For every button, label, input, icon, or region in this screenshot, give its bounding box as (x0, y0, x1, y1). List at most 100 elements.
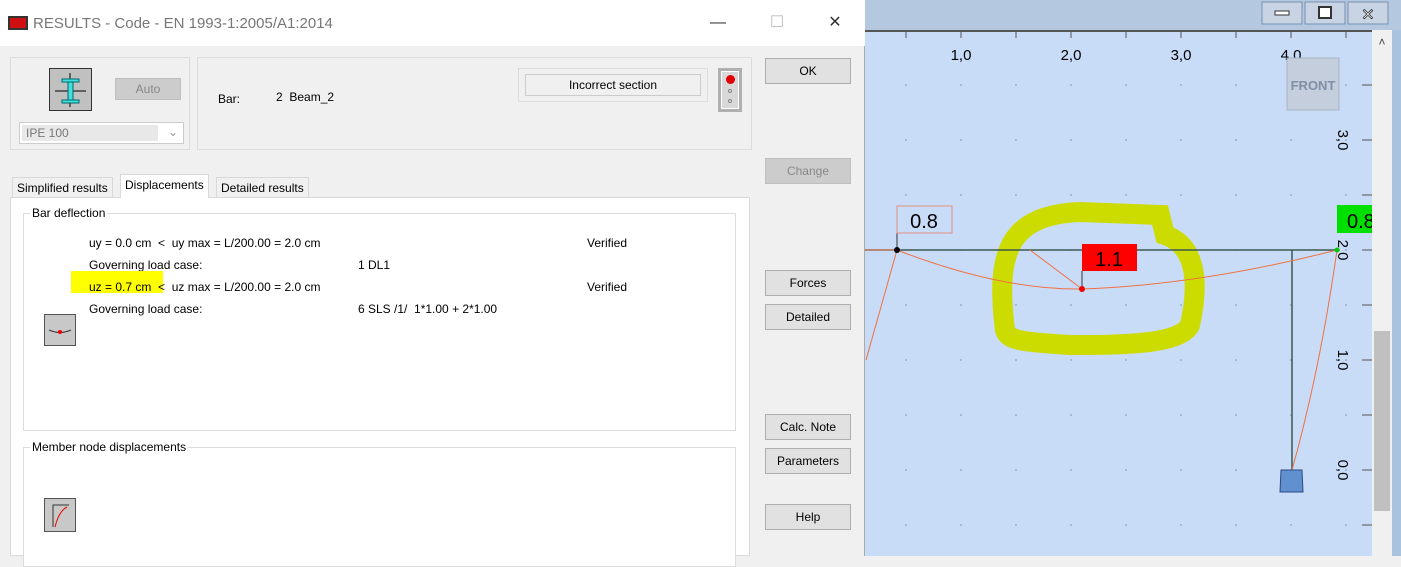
auto-button[interactable]: Auto (115, 78, 181, 100)
bar-deflection-group: Bar deflection uy = 0.0 cm < uy max = L/… (23, 206, 736, 431)
grid-dot (1235, 469, 1237, 471)
grid-dot (960, 359, 962, 361)
chevron-down-icon: ⌄ (168, 125, 179, 139)
grid-dot (1235, 414, 1237, 416)
grid-dot (1015, 84, 1017, 86)
grid-dot (1015, 469, 1017, 471)
grid-dot (905, 359, 907, 361)
uz-limit: uz max = L/200.00 = 2.0 cm (165, 280, 321, 294)
section-group: Auto IPE 100 ⌄ (10, 57, 190, 150)
node-displacement-icon[interactable] (44, 498, 76, 532)
grid-dot (1125, 84, 1127, 86)
svg-text:✕: ✕ (1361, 7, 1374, 24)
grid-dot (905, 304, 907, 306)
traffic-light-icon (718, 68, 742, 112)
node-left (894, 247, 900, 253)
grid-dot (1015, 414, 1017, 416)
y-tick-label: 0,0 (1334, 460, 1351, 481)
minimize-icon[interactable]: — (703, 10, 733, 36)
uz-status: Verified (587, 280, 628, 294)
member-node-group: Member node displacements (23, 440, 736, 567)
view-cube-label[interactable]: FRONT (1291, 78, 1336, 93)
grid-dot (905, 194, 907, 196)
grid-dot (1180, 469, 1182, 471)
uy-load-case: 1 DL1 (358, 258, 391, 272)
grid-dot (1125, 194, 1127, 196)
status-text: Incorrect section (525, 74, 701, 96)
grid-dot (1015, 194, 1017, 196)
grid-dot (1290, 194, 1292, 196)
grid-dot (1235, 304, 1237, 306)
ok-button[interactable]: OK (765, 58, 851, 84)
x-tick-label: 2,0 (1061, 47, 1082, 64)
grid-dot (1180, 139, 1182, 141)
grid-dot (1235, 84, 1237, 86)
detailed-button[interactable]: Detailed (765, 304, 851, 330)
grid-dot (1290, 139, 1292, 141)
uz-value: uz = 0.7 cm < (89, 280, 166, 294)
profile-select[interactable]: IPE 100 ⌄ (19, 122, 184, 144)
x-tick-label: 1,0 (951, 47, 972, 64)
help-button[interactable]: Help (765, 504, 851, 530)
results-dialog: RESULTS - Code - EN 1993-1:2005/A1:2014 … (0, 0, 865, 567)
grid-dot (1345, 524, 1347, 526)
grid-dot (1070, 84, 1072, 86)
uy-load-case-label: Governing load case: (89, 258, 203, 272)
tab-displacements[interactable]: Displacements (120, 174, 209, 198)
deflection-diagram-icon[interactable] (44, 314, 76, 346)
tab-detailed-results[interactable]: Detailed results (216, 177, 309, 197)
grid-dot (1070, 524, 1072, 526)
tab-panel: Bar deflection uy = 0.0 cm < uy max = L/… (10, 197, 750, 567)
uz-load-case-label: Governing load case: (89, 302, 203, 316)
grid-dot (1345, 414, 1347, 416)
bar-deflection-title: Bar deflection (30, 206, 108, 220)
tab-simplified-results[interactable]: Simplified results (12, 177, 113, 197)
grid-dot (1125, 304, 1127, 306)
grid-dot (905, 524, 907, 526)
status-frame: Incorrect section (518, 68, 708, 102)
scroll-up-icon[interactable]: ˄ (1378, 35, 1385, 49)
grid-dot (1180, 524, 1182, 526)
grid-dot (1070, 469, 1072, 471)
uz-load-case: 6 SLS /1/ 1*1.00 + 2*1.00 (358, 302, 498, 316)
grid-dot (1235, 524, 1237, 526)
grid-dot (1125, 524, 1127, 526)
parameters-button[interactable]: Parameters (765, 448, 851, 474)
grid-dot (1070, 139, 1072, 141)
grid-dot (1070, 359, 1072, 361)
calc-note-button[interactable]: Calc. Note (765, 414, 851, 440)
maximize-icon[interactable]: ☐ (762, 10, 792, 36)
grid-dot (1015, 304, 1017, 306)
x-tick-label: 3,0 (1171, 47, 1192, 64)
bar-value: 2 Beam_2 (276, 90, 335, 104)
uz-check: uz = 0.7 cm < uz max = L/200.00 = 2.0 cm (89, 280, 320, 294)
close-icon[interactable]: ✕ (820, 10, 850, 36)
grid-dot (1015, 524, 1017, 526)
grid-dot (905, 469, 907, 471)
structure-view[interactable]: 1,0 2,0 3,0 4,0 3,0 2,0 1,0 0,0 0.8 1.1 0.8 FR… (865, 0, 1401, 556)
forces-button[interactable]: Forces (765, 270, 851, 296)
grid-dot (1345, 304, 1347, 306)
grid-dot (960, 469, 962, 471)
grid-dot (960, 414, 962, 416)
grid-dot (960, 304, 962, 306)
grid-dot (1290, 524, 1292, 526)
member-node-title: Member node displacements (30, 440, 189, 454)
grid-dot (1345, 84, 1347, 86)
grid-dot (960, 139, 962, 141)
view-canvas[interactable]: 1,0 2,0 3,0 4,0 3,02,01,00,0 0.8 1.1 0.8 FR… (865, 0, 1401, 556)
scrollbar-thumb[interactable] (1374, 331, 1390, 511)
bar-info-group: Bar: 2 Beam_2 Incorrect section (197, 57, 752, 150)
grid-dot (1125, 139, 1127, 141)
grid-dot (1125, 414, 1127, 416)
grid-dot (1180, 194, 1182, 196)
window-title: RESULTS - Code - EN 1993-1:2005/A1:2014 (33, 15, 333, 32)
grid-dot (1180, 359, 1182, 361)
grid-dot (1125, 359, 1127, 361)
section-icon[interactable] (49, 68, 92, 111)
grid-dot (1180, 84, 1182, 86)
grid-dot (960, 84, 962, 86)
support-icon (1279, 469, 1304, 493)
grid-dot (1345, 194, 1347, 196)
change-button[interactable]: Change (765, 158, 851, 184)
